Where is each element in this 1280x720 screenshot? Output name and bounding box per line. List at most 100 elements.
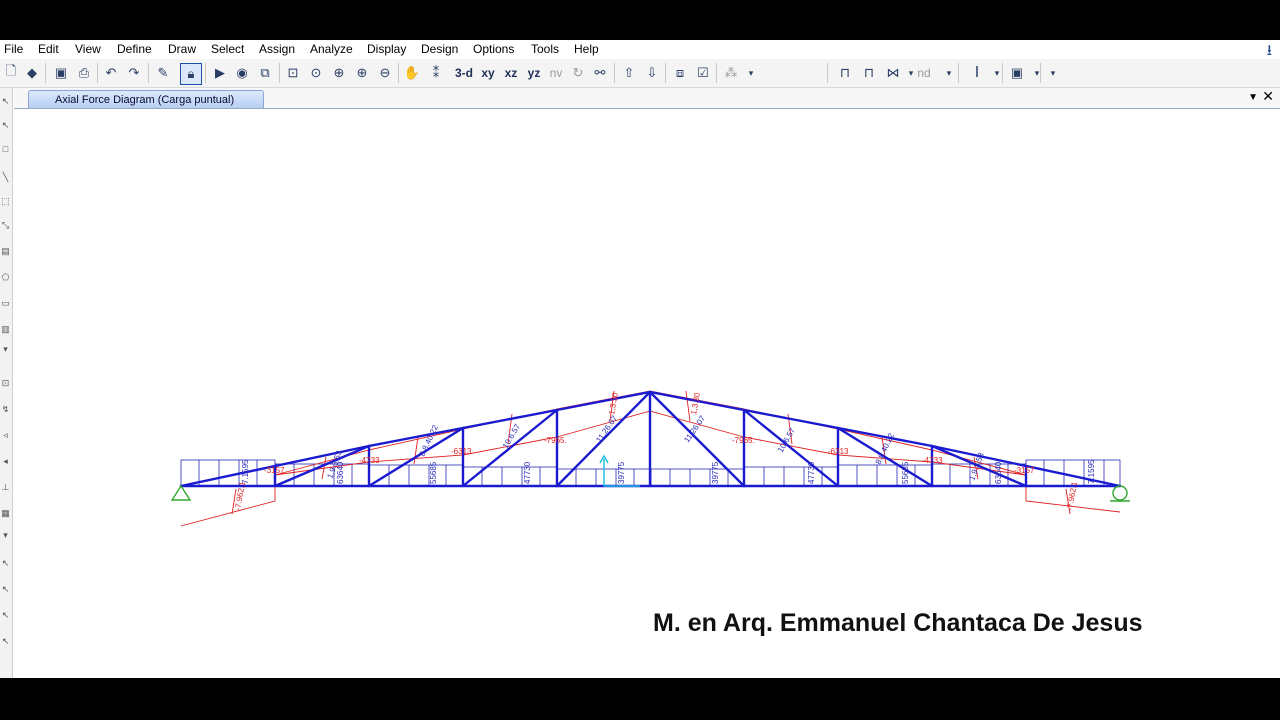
text-cursor-icon[interactable]: I [968,63,986,83]
tab-list-icon[interactable]: ▼ [1248,92,1258,103]
section-icon[interactable]: ▣ [1008,63,1026,83]
model-canvas[interactable]: -7965. -7965. -6313 -6313 -4733 -4733 -3… [14,109,1280,678]
force-label: 1,3.30 [689,391,702,415]
run-options-icon[interactable]: ◉ [233,63,251,83]
axial-force-diagram: -7965. -7965. -6313 -6313 -4733 -4733 -3… [170,390,1130,527]
snap-end-icon[interactable]: ↯ [0,404,11,414]
view-3d-button[interactable]: 3-d [455,63,473,83]
pan-icon[interactable]: ✋ [403,63,421,83]
pin-support-icon [170,484,192,501]
select-box-icon[interactable]: □ [0,144,11,154]
text-dropdown-icon[interactable]: ▾ [988,63,1006,83]
left-dropdown-icon[interactable]: ▾ [0,344,11,354]
toolbar-separator [665,63,666,83]
open-icon[interactable]: ◆ [23,63,41,83]
lock-icon[interactable]: 🔒︎ [180,63,202,85]
new-file-icon[interactable]: 🗋 [2,63,20,83]
snap-mid-icon[interactable]: ◃ [0,430,11,440]
snap-dropdown-icon[interactable]: ▾ [0,530,11,540]
move-down-icon[interactable]: ⇩ [643,63,661,83]
menu-tools[interactable]: Tools [531,42,559,56]
select-all-icon[interactable]: ↖ [0,558,11,568]
zoom-prev-icon[interactable]: ⊕ [353,63,371,83]
rubber-band-icon[interactable]: ⁑ [427,63,445,83]
menu-draw[interactable]: Draw [168,42,196,56]
save-icon[interactable]: ▣ [52,63,70,83]
snap-line-icon[interactable]: ▦ [0,508,11,518]
pointer-icon[interactable]: ↖ [0,96,11,106]
zoom-in-icon[interactable]: ⊕ [330,63,348,83]
app-window: File Edit View Define Draw Select Assign… [0,40,1280,678]
menu-select[interactable]: Select [211,42,244,56]
print-icon[interactable]: ⎙ [75,63,93,83]
snap-icon[interactable]: ⊡ [0,378,11,388]
close-icon[interactable]: ✕ [1262,88,1274,105]
menu-define[interactable]: Define [117,42,152,56]
snap-perp-icon[interactable]: ⊥ [0,482,11,492]
toolbar-separator [1002,63,1003,83]
view-nv-button[interactable]: nv [547,63,565,83]
zoom-out-icon[interactable]: ⊖ [376,63,394,83]
object-shrink-icon[interactable]: ⧈ [671,63,689,83]
draw-area-icon[interactable]: ▤ [0,246,11,256]
supports [170,484,1130,502]
toolbar-separator [716,63,717,83]
view-yz-button[interactable]: yz [525,63,543,83]
toolbar-separator [398,63,399,83]
force-label: 11.26.07 [594,414,619,445]
draw-frame-icon[interactable]: ⬚ [0,196,11,206]
intersect-icon[interactable]: ↖ [0,636,11,646]
draw-quad-icon[interactable]: ▥ [0,324,11,334]
rotate-icon[interactable]: ↻ [569,63,587,83]
redo-icon[interactable]: ↷ [125,63,143,83]
frame-double-icon[interactable]: ⊓ [860,63,878,83]
menu-help[interactable]: Help [574,42,599,56]
menu-options[interactable]: Options [473,42,514,56]
undo-icon[interactable]: ↶ [102,63,120,83]
force-label: 39775 [617,461,626,484]
overflow-dropdown-icon[interactable]: ▾ [1044,63,1062,83]
toolbar-separator [1040,63,1041,83]
menu-view[interactable]: View [75,42,101,56]
toolbar: 🗋 ◆ ▣ ⎙ ↶ ↷ ✎ 🔒︎ ▶ ◉ ⧉ ⊡ ⊙ ⊕ ⊕ ⊖ ✋ ⁑ 3-d… [0,59,1280,88]
frame-icon[interactable]: ⊓ [836,63,854,83]
move-up-icon[interactable]: ⇧ [620,63,638,83]
roller-support-icon [1112,485,1128,501]
reshape-icon[interactable]: ↖ [0,120,11,130]
menu-design[interactable]: Design [421,42,458,56]
menu-assign[interactable]: Assign [259,42,295,56]
view-xy-button[interactable]: xy [479,63,497,83]
force-label: 47730 [523,461,532,484]
view-xz-button[interactable]: xz [502,63,520,83]
zoom-window-icon[interactable]: ⊡ [284,63,302,83]
pencil-icon[interactable]: ✎ [154,63,172,83]
set-display-icon[interactable]: ☑ [694,63,712,83]
nd-dropdown-icon[interactable]: ▾ [940,63,958,83]
toolbar-separator [958,63,959,83]
draw-curve-icon[interactable]: ⤡ [0,220,11,230]
draw-rect-icon[interactable]: ▭ [0,298,11,308]
menu-edit[interactable]: Edit [38,42,59,56]
toolbar-separator [279,63,280,83]
run-icon[interactable]: ▶ [211,63,229,83]
draw-line-icon[interactable]: ╲ [0,172,11,182]
menu-display[interactable]: Display [367,42,406,56]
view-nd-button[interactable]: nd [915,63,933,83]
snap-int-icon[interactable]: ◂ [0,456,11,466]
model-check-icon[interactable]: ⧉ [256,63,274,83]
zoom-fit-icon[interactable]: ⊙ [307,63,325,83]
frame-multi-icon[interactable]: ⋈ [884,63,902,83]
force-label: 7.1595 [241,459,250,484]
get-previous-icon[interactable]: ↖ [0,584,11,594]
menu-file[interactable]: File [4,42,23,56]
clear-selection-icon[interactable]: ↖ [0,610,11,620]
tab-axial-force-diagram[interactable]: Axial Force Diagram (Carga puntual) [28,90,264,108]
assign-icon[interactable]: ⁂ [722,63,740,83]
draw-poly-icon[interactable]: ⬠ [0,272,11,282]
menu-analyze[interactable]: Analyze [310,42,353,56]
force-label: 1,3.30 [607,391,620,415]
force-label: -3157 [264,466,285,475]
toolbar-separator [827,63,828,83]
assign-dropdown-icon[interactable]: ▾ [742,63,760,83]
perspective-icon[interactable]: ⚯ [591,63,609,83]
